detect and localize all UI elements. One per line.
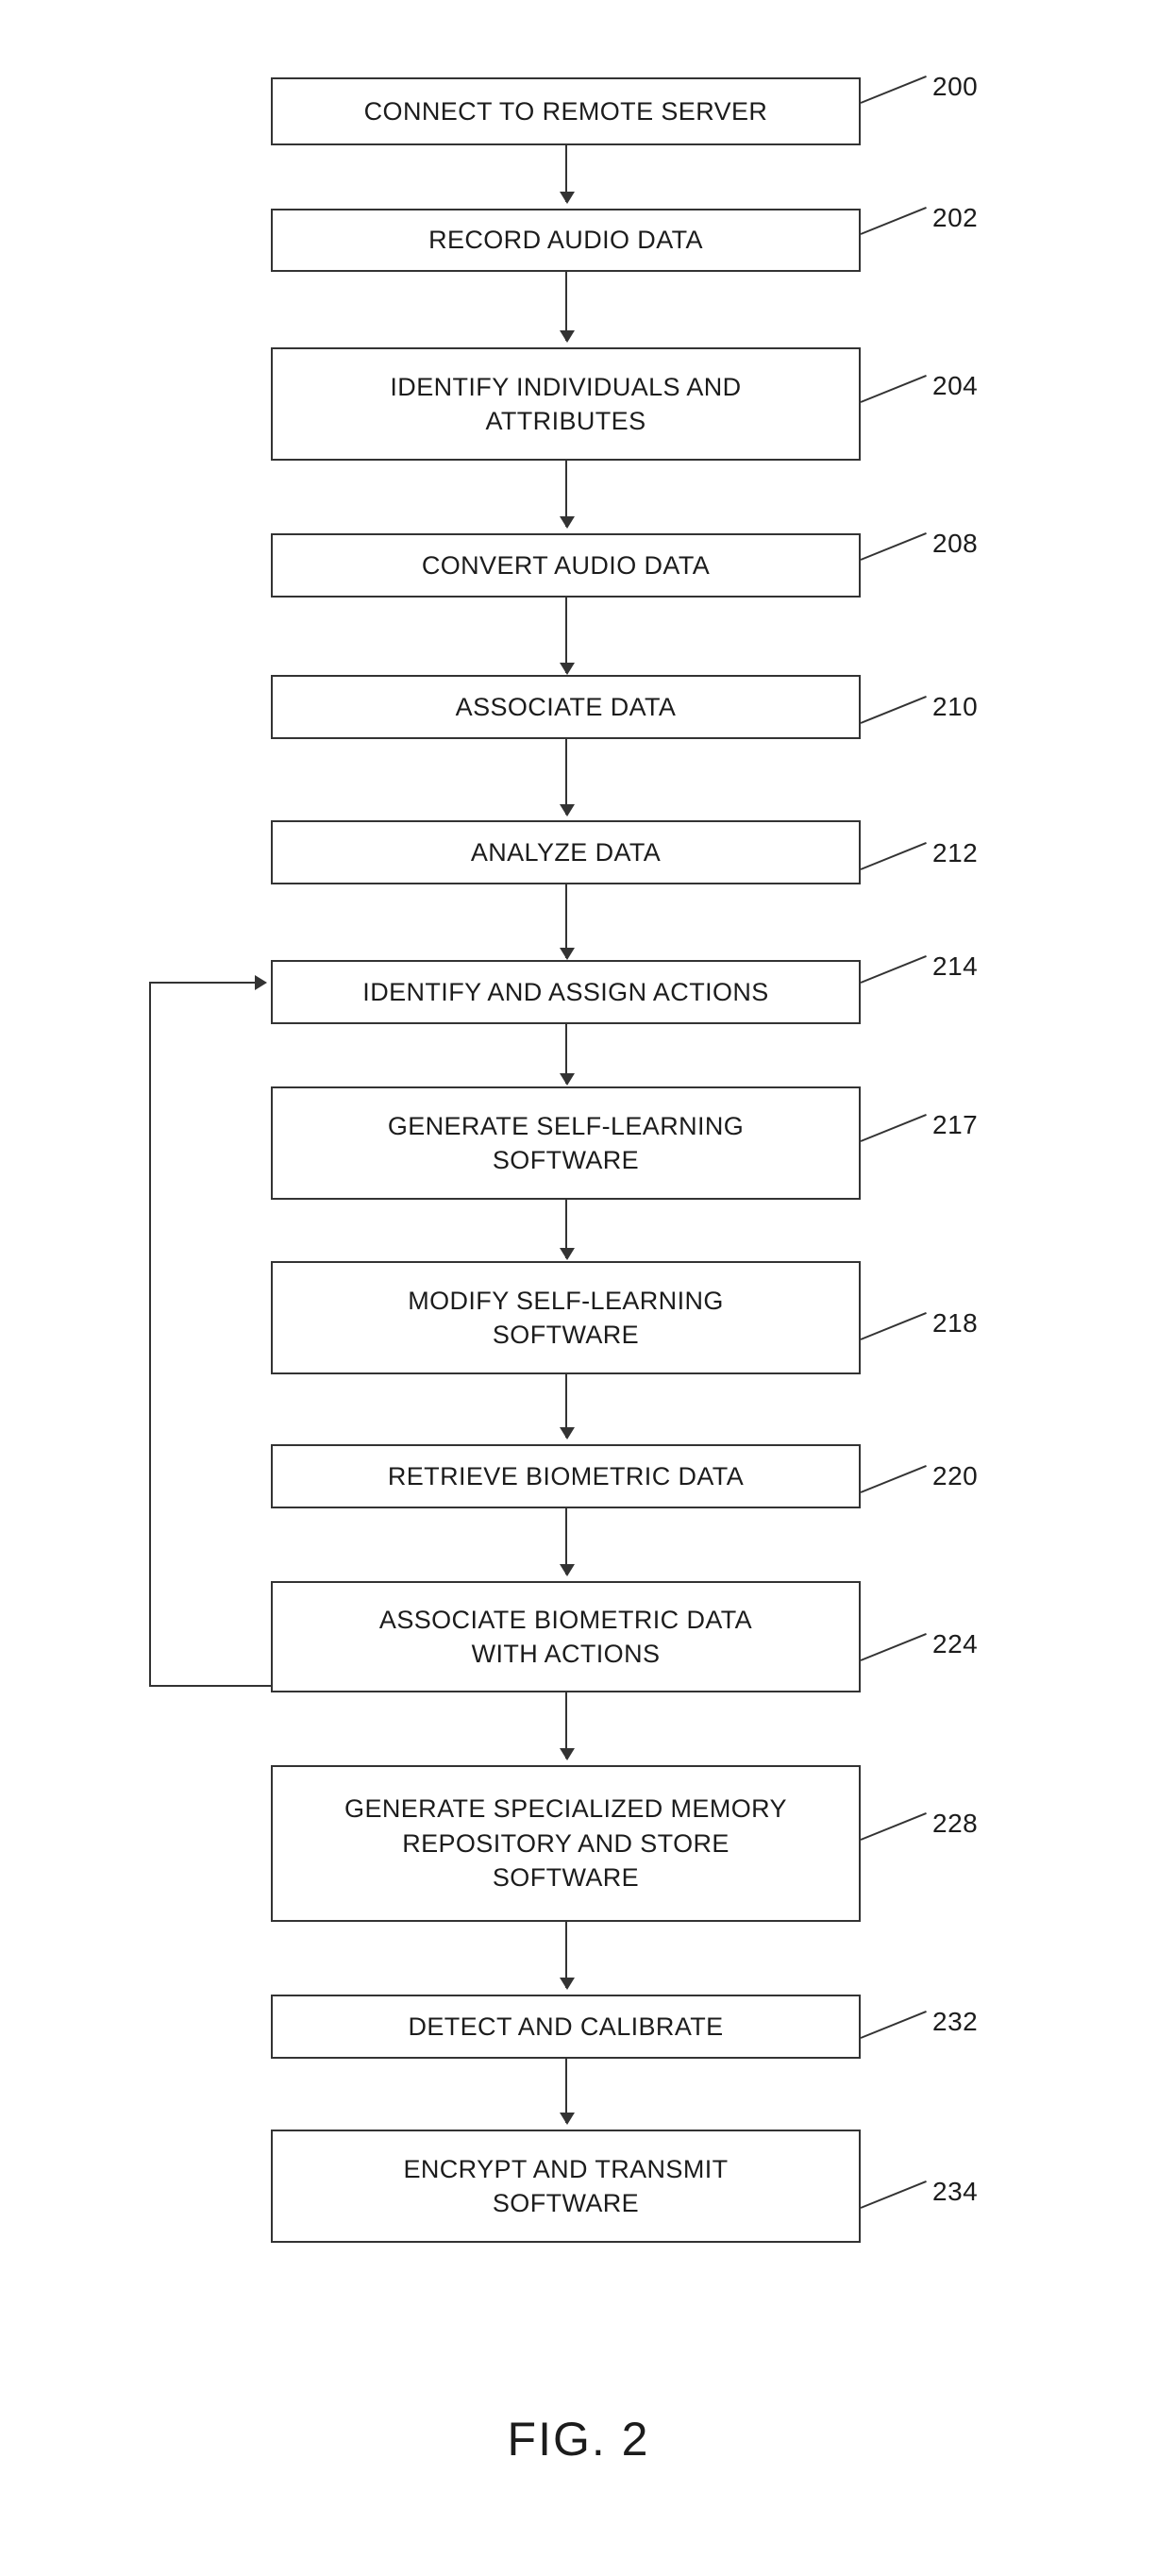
flow-node-220: RETRIEVE BIOMETRIC DATA xyxy=(271,1444,861,1508)
flow-node-210: ASSOCIATE DATA xyxy=(271,675,861,739)
arrow-204-208 xyxy=(560,461,575,529)
leader-line-228 xyxy=(860,1811,927,1841)
ref-number-210: 210 xyxy=(932,692,979,721)
flow-node-232: DETECT AND CALIBRATE xyxy=(271,1995,861,2059)
ref-number-234: 234 xyxy=(932,2177,979,2206)
feedback-arrow-head-icon xyxy=(255,975,267,990)
flow-node-214: IDENTIFY AND ASSIGN ACTIONS xyxy=(271,960,861,1024)
arrow-202-204 xyxy=(560,272,575,343)
ref-number-218: 218 xyxy=(932,1308,979,1338)
arrow-232-234 xyxy=(560,2059,575,2125)
leader-line-218 xyxy=(860,1311,927,1340)
leader-line-214 xyxy=(860,954,927,984)
leader-line-202 xyxy=(860,206,927,235)
ref-number-208: 208 xyxy=(932,529,979,558)
ref-number-204: 204 xyxy=(932,371,979,400)
flow-node-218: MODIFY SELF-LEARNING SOFTWARE xyxy=(271,1261,861,1374)
flow-node-234-label: ENCRYPT AND TRANSMIT SOFTWARE xyxy=(403,2154,729,2217)
ref-number-232: 232 xyxy=(932,2007,979,2036)
arrow-212-214 xyxy=(560,884,575,960)
leader-line-234 xyxy=(860,2180,927,2209)
flow-node-210-label: ASSOCIATE DATA xyxy=(455,692,677,721)
arrow-218-220 xyxy=(560,1374,575,1440)
flow-node-204-label: IDENTIFY INDIVIDUALS AND ATTRIBUTES xyxy=(390,372,742,435)
arrow-217-218 xyxy=(560,1200,575,1260)
leader-line-232 xyxy=(860,2010,927,2039)
flow-node-212: ANALYZE DATA xyxy=(271,820,861,884)
arrow-214-217 xyxy=(560,1024,575,1086)
arrow-220-224 xyxy=(560,1508,575,1576)
flow-node-208-label: CONVERT AUDIO DATA xyxy=(421,550,711,580)
flow-node-212-label: ANALYZE DATA xyxy=(470,837,662,867)
flow-node-220-label: RETRIEVE BIOMETRIC DATA xyxy=(387,1461,745,1490)
figure-caption: FIG. 2 xyxy=(507,2413,650,2466)
flow-node-232-label: DETECT AND CALIBRATE xyxy=(408,2012,724,2041)
ref-number-220: 220 xyxy=(932,1461,979,1490)
leader-line-204 xyxy=(860,374,927,403)
flow-node-204: IDENTIFY INDIVIDUALS AND ATTRIBUTES xyxy=(271,347,861,461)
leader-line-208 xyxy=(860,531,927,561)
ref-number-214: 214 xyxy=(932,951,979,981)
flow-node-224-label: ASSOCIATE BIOMETRIC DATA WITH ACTIONS xyxy=(378,1605,753,1668)
flow-node-200: CONNECT TO REMOTE SERVER xyxy=(271,77,861,145)
flow-node-228: GENERATE SPECIALIZED MEMORY REPOSITORY A… xyxy=(271,1765,861,1922)
ref-number-228: 228 xyxy=(932,1809,979,1838)
flow-node-200-label: CONNECT TO REMOTE SERVER xyxy=(363,96,768,126)
arrow-210-212 xyxy=(560,739,575,817)
feedback-line-top xyxy=(149,982,255,984)
flow-node-214-label: IDENTIFY AND ASSIGN ACTIONS xyxy=(362,977,769,1006)
arrow-200-202 xyxy=(560,145,575,204)
flow-node-217-label: GENERATE SELF-LEARNING SOFTWARE xyxy=(387,1111,745,1174)
flow-node-218-label: MODIFY SELF-LEARNING SOFTWARE xyxy=(408,1286,724,1349)
ref-number-212: 212 xyxy=(932,838,979,867)
feedback-line-bottom xyxy=(149,1685,273,1687)
leader-line-224 xyxy=(860,1632,927,1661)
ref-number-217: 217 xyxy=(932,1110,979,1139)
leader-line-212 xyxy=(860,841,927,870)
arrow-224-228 xyxy=(560,1692,575,1760)
ref-number-202: 202 xyxy=(932,203,979,232)
arrow-208-210 xyxy=(560,598,575,675)
flowchart-figure: CONNECT TO REMOTE SERVER 200 RECORD AUDI… xyxy=(0,0,1157,2576)
leader-line-210 xyxy=(860,695,927,724)
flow-node-234: ENCRYPT AND TRANSMIT SOFTWARE xyxy=(271,2130,861,2243)
flow-node-208: CONVERT AUDIO DATA xyxy=(271,533,861,598)
flow-node-217: GENERATE SELF-LEARNING SOFTWARE xyxy=(271,1086,861,1200)
ref-number-224: 224 xyxy=(932,1629,979,1658)
arrow-228-232 xyxy=(560,1922,575,1990)
flow-node-202: RECORD AUDIO DATA xyxy=(271,209,861,272)
leader-line-200 xyxy=(860,75,927,104)
flow-node-228-label: GENERATE SPECIALIZED MEMORY REPOSITORY A… xyxy=(344,1794,787,1893)
ref-number-200: 200 xyxy=(932,72,979,101)
flow-node-202-label: RECORD AUDIO DATA xyxy=(428,226,703,255)
feedback-line-vertical xyxy=(149,982,151,1687)
flow-node-224: ASSOCIATE BIOMETRIC DATA WITH ACTIONS xyxy=(271,1581,861,1692)
leader-line-220 xyxy=(860,1464,927,1493)
leader-line-217 xyxy=(860,1113,927,1142)
